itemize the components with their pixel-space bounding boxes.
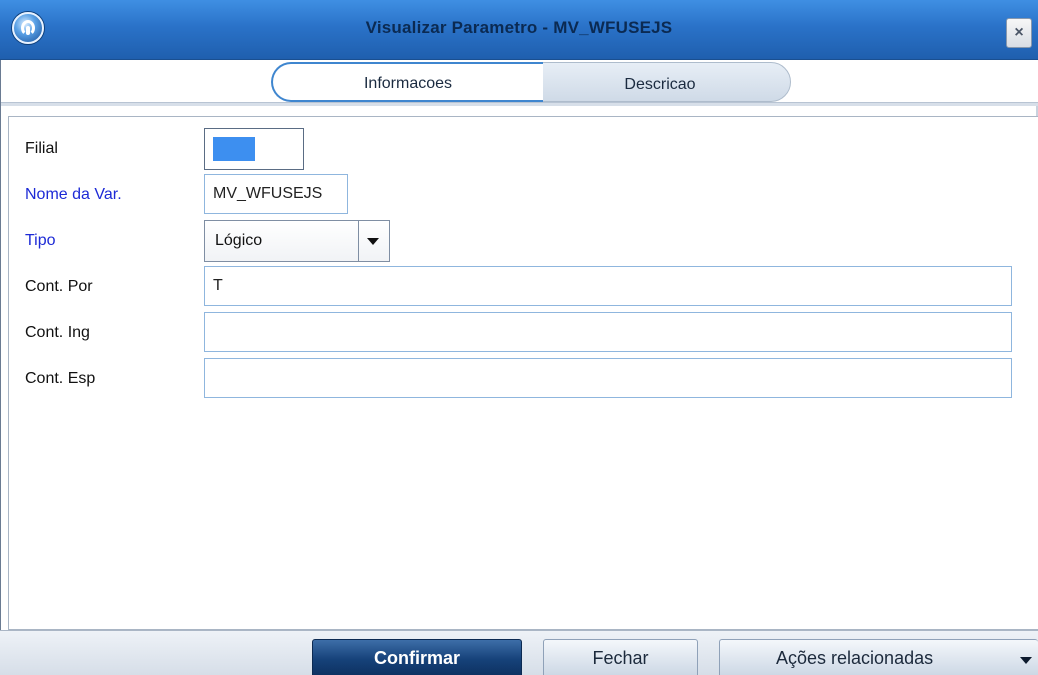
cont-por-label: Cont. Por (25, 278, 93, 295)
cont-ing-field[interactable] (204, 312, 1012, 352)
close-window-button[interactable]: × (1006, 18, 1032, 48)
window-left-border (0, 106, 1, 675)
tab-descricao[interactable]: Descricao (529, 62, 791, 102)
window-title: Visualizar Parametro - MV_WFUSEJS (365, 18, 673, 37)
filial-label: Filial (25, 140, 58, 157)
tipo-select-divider (358, 221, 359, 261)
cont-por-field[interactable]: T (204, 266, 1012, 306)
tipo-label: Tipo (25, 232, 56, 249)
chevron-down-icon (1020, 657, 1032, 664)
cont-esp-field[interactable] (204, 358, 1012, 398)
filial-field[interactable] (204, 128, 304, 170)
cont-ing-label: Cont. Ing (25, 324, 90, 341)
chevron-down-icon[interactable] (367, 238, 379, 245)
related-actions-label: Ações relacionadas (776, 648, 934, 668)
tipo-selected-value: Lógico (215, 232, 263, 249)
tipo-select[interactable]: Lógico (204, 220, 390, 262)
tab-baseline (1, 102, 1038, 106)
tab-informacoes[interactable]: Informacoes (271, 62, 543, 102)
related-actions-button[interactable]: Ações relacionadas (719, 639, 1038, 675)
nome-var-field[interactable]: MV_WFUSEJS (204, 174, 348, 214)
title-bar: Visualizar Parametro - MV_WFUSEJS × (0, 0, 1038, 60)
filial-selection-highlight (213, 137, 255, 161)
nome-var-label: Nome da Var. (25, 186, 122, 203)
button-bar: Confirmar Fechar Ações relacionadas (0, 630, 1038, 675)
confirm-button[interactable]: Confirmar (312, 639, 522, 675)
cont-esp-label: Cont. Esp (25, 370, 96, 387)
close-button[interactable]: Fechar (543, 639, 698, 675)
tab-strip: Descricao Informacoes (0, 60, 1038, 106)
